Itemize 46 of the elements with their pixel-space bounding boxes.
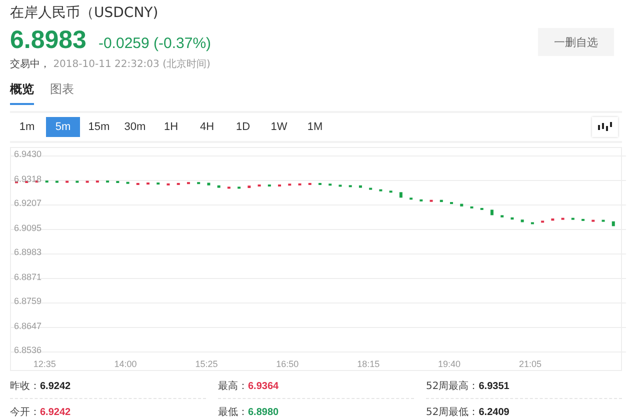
quote-title: 在岸人民币（USDCNY) [10, 4, 160, 22]
y-axis-label: 6.9430 [14, 149, 42, 159]
stat-label: 昨收： [10, 381, 40, 392]
stat-label: 52周最高： [426, 381, 479, 392]
stat-value: 6.9351 [478, 381, 510, 392]
period-button[interactable]: 15m [82, 117, 116, 137]
y-axis-label: 6.9318 [14, 174, 42, 184]
stat-value: 6.9242 [40, 407, 71, 418]
tab[interactable]: 概览 [10, 77, 34, 105]
x-axis-label: 21:05 [518, 359, 542, 369]
trading-status: 交易中， [10, 59, 50, 70]
stat-label: 最低： [218, 407, 248, 418]
x-axis-label: 12:35 [33, 359, 56, 369]
stat-value: 6.2409 [478, 407, 510, 418]
y-axis-label: 6.9207 [14, 198, 42, 208]
x-axis-label: 15:25 [195, 359, 218, 369]
stat-value: 6.9242 [40, 381, 71, 392]
period-button[interactable]: 1D [226, 117, 260, 137]
y-axis-label: 6.8759 [14, 296, 42, 306]
period-button[interactable]: 1M [298, 117, 332, 137]
x-axis-label: 19:40 [438, 359, 461, 369]
price-change: -0.0259 (-0.37%) [98, 35, 212, 52]
watchlist-button[interactable]: 一删自选 [538, 28, 614, 56]
period-button[interactable]: 4H [190, 117, 224, 137]
stat-label: 今开： [10, 407, 40, 418]
y-axis-label: 6.8871 [14, 272, 42, 282]
period-button[interactable]: 30m [118, 117, 152, 137]
y-axis-label: 6.8647 [14, 320, 42, 330]
chart-type-button[interactable] [592, 117, 618, 137]
stat-value: 6.8980 [248, 407, 279, 418]
y-axis-label: 6.8983 [14, 247, 42, 257]
y-axis-label: 6.8536 [14, 345, 42, 355]
x-axis-label: 14:00 [114, 359, 137, 369]
stat-value: 6.9364 [248, 381, 279, 392]
y-axis-label: 6.9095 [14, 222, 42, 232]
stat-label: 52周最低： [426, 407, 479, 418]
x-axis-label: 16:50 [276, 359, 299, 369]
timestamp: 2018-10-11 22:32:03 (北京时间) [53, 59, 210, 70]
period-button[interactable]: 1W [262, 117, 296, 137]
candlestick-icon [598, 122, 612, 132]
period-button[interactable]: 1H [154, 117, 188, 137]
price: 6.8983 [10, 26, 86, 55]
stat-label: 最高： [218, 381, 248, 392]
period-button[interactable]: 1m [10, 117, 44, 137]
x-axis-label: 18:15 [357, 359, 380, 369]
tab[interactable]: 图表 [50, 77, 74, 105]
